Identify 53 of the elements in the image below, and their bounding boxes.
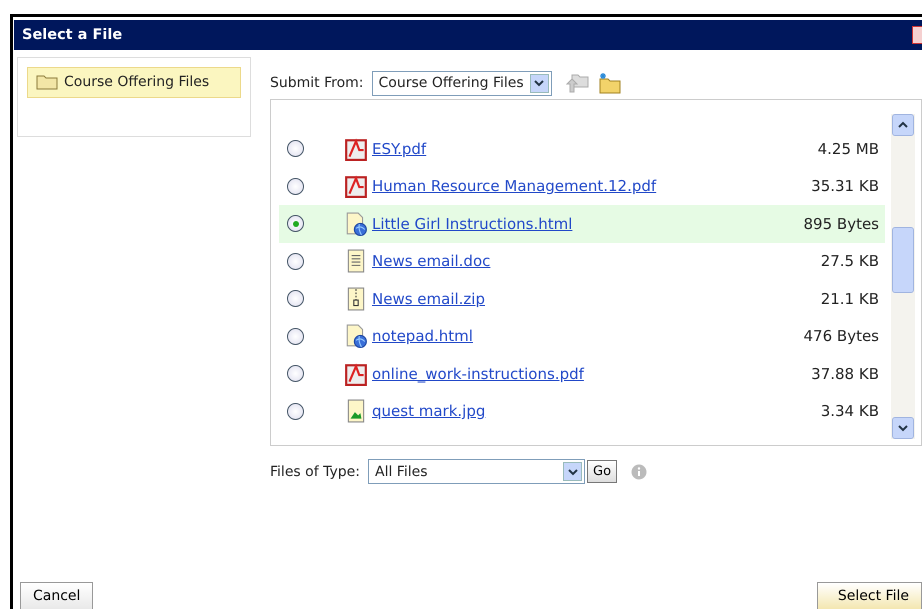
sidebar-item[interactable]: Course Offering Files [27, 67, 241, 98]
file-link[interactable]: News email.zip [372, 290, 769, 308]
files-of-type-label: Files of Type: [270, 464, 360, 480]
pdf-file-icon [344, 362, 368, 386]
new-folder-icon[interactable] [598, 72, 622, 94]
radio-button[interactable] [287, 178, 304, 195]
folder-icon [36, 74, 58, 90]
file-link[interactable]: quest mark.jpg [372, 402, 769, 420]
file-row[interactable]: online_work-instructions.pdf 37.88 KB [279, 355, 885, 392]
web-page-icon [344, 324, 368, 348]
file-size: 35.31 KB [810, 177, 880, 196]
submit-from-dropdown[interactable]: Course Offering Files [372, 70, 552, 96]
file-size: 4.25 MB [816, 140, 880, 158]
file-link[interactable]: Human Resource Management.12.pdf [372, 177, 769, 196]
web-page-icon [344, 212, 368, 236]
scrollbar-thumb[interactable] [892, 227, 914, 293]
radio-button[interactable] [287, 328, 304, 345]
file-link[interactable]: online_work-instructions.pdf [372, 364, 769, 383]
radio-button[interactable] [287, 140, 304, 158]
file-link[interactable]: Little Girl Instructions.html [372, 214, 769, 233]
cancel-button[interactable]: Cancel [20, 582, 94, 609]
chevron-up-icon[interactable] [898, 120, 908, 130]
file-size: 21.1 KB [820, 290, 880, 308]
file-link[interactable]: News email.doc [372, 252, 769, 270]
file-row[interactable]: News email.doc 27.5 KB [279, 242, 885, 280]
chevron-down-icon[interactable] [534, 78, 544, 88]
file-size: 895 Bytes [802, 214, 880, 233]
radio-button[interactable] [287, 215, 304, 232]
file-link[interactable]: ESY.pdf [372, 140, 769, 158]
file-row[interactable]: ESY.pdf 4.25 MB [279, 130, 885, 168]
pdf-file-icon [344, 136, 368, 161]
file-link[interactable]: notepad.html [372, 327, 769, 346]
chevron-down-icon[interactable] [898, 423, 908, 433]
pdf-file-icon [344, 174, 368, 198]
file-row[interactable]: Little Girl Instructions.html 895 Bytes [279, 205, 885, 242]
window-title: Select a File [22, 27, 122, 43]
file-row[interactable]: notepad.html 476 Bytes [279, 318, 885, 355]
file-size: 3.34 KB [820, 402, 880, 420]
file-row[interactable]: News email.zip 21.1 KB [279, 280, 885, 318]
file-size: 27.5 KB [820, 252, 880, 270]
go-button[interactable]: Go [587, 460, 618, 483]
radio-button[interactable] [287, 290, 304, 308]
file-size: 476 Bytes [802, 327, 880, 346]
radio-button[interactable] [287, 365, 304, 382]
radio-button[interactable] [287, 402, 304, 420]
file-type-dropdown[interactable]: All Files [368, 459, 585, 484]
file-row[interactable]: Human Resource Management.12.pdf 35.31 KB [279, 168, 885, 205]
submit-from-label: Submit From: [270, 75, 364, 91]
radio-button[interactable] [287, 252, 304, 270]
file-row[interactable]: quest mark.jpg 3.34 KB [279, 392, 885, 430]
chevron-down-icon[interactable] [568, 466, 578, 476]
select-file-button[interactable]: Select File [816, 582, 922, 609]
file-size: 37.88 KB [810, 364, 880, 383]
